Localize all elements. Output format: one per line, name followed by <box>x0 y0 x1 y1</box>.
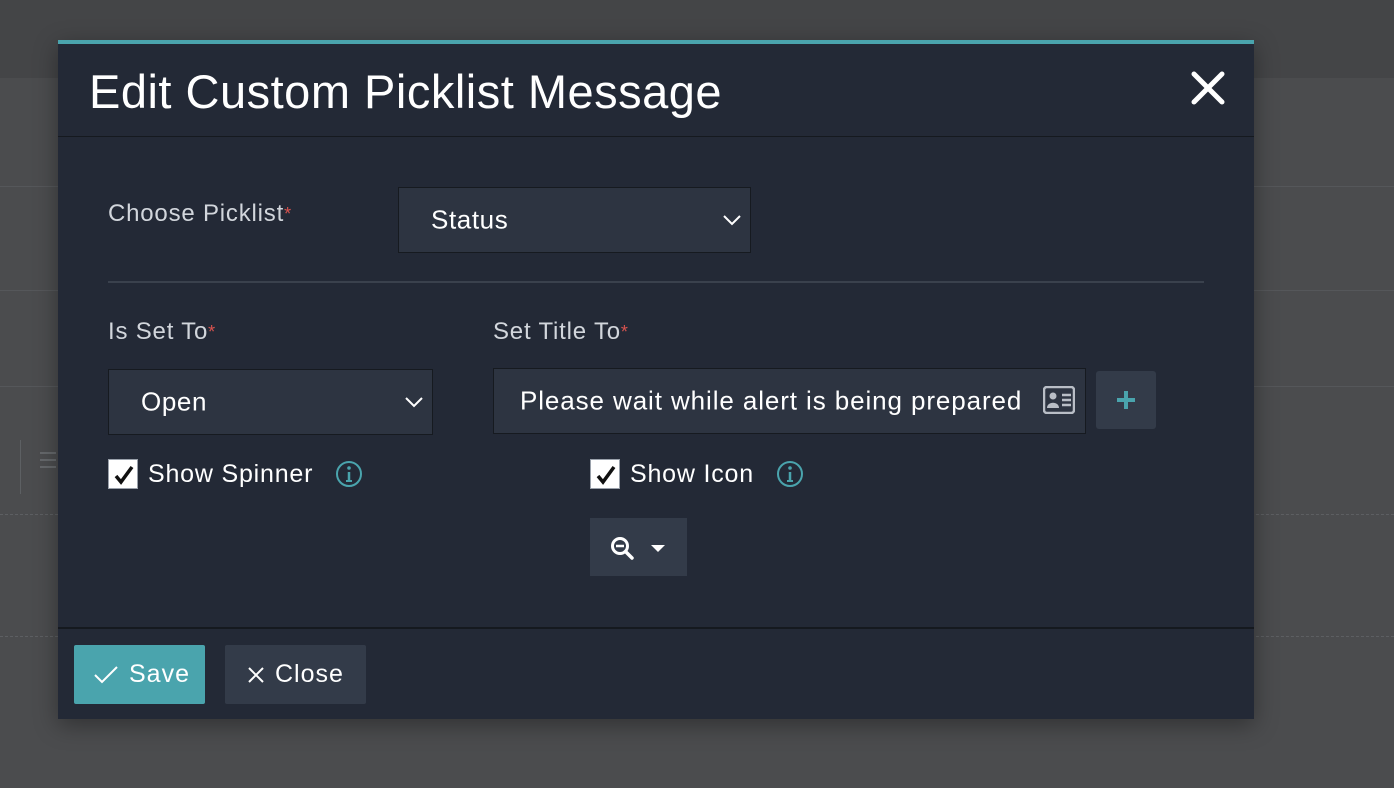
required-marker: * <box>620 322 629 342</box>
check-icon <box>94 665 118 683</box>
times-icon <box>248 666 264 683</box>
choose-picklist-label-text: Choose Picklist <box>108 200 285 227</box>
is-set-to-label: Is Set To* <box>108 318 216 346</box>
show-icon-label: Show Icon <box>630 459 754 488</box>
dialog-title: Edit Custom Picklist Message <box>89 65 723 118</box>
add-dynamic-value-button[interactable] <box>1096 371 1156 429</box>
set-title-to-label-text: Set Title To <box>493 318 621 345</box>
chevron-down-icon <box>405 397 423 408</box>
icon-picker-dropdown[interactable] <box>590 518 687 576</box>
save-button[interactable]: Save <box>74 645 205 704</box>
checkmark-icon <box>596 465 616 485</box>
is-set-to-select[interactable]: Open <box>108 369 433 435</box>
address-card-icon[interactable] <box>1042 385 1076 415</box>
background-separator <box>20 440 21 494</box>
choose-picklist-select[interactable]: Status <box>398 187 751 253</box>
search-minus-icon <box>611 537 634 560</box>
dialog-footer: Save Close <box>58 627 1254 719</box>
close-button-label: Close <box>275 660 344 688</box>
close-icon[interactable] <box>1190 70 1226 106</box>
dialog-body: Choose Picklist* Status Is Set To* Open … <box>58 137 1254 627</box>
edit-picklist-message-dialog: Edit Custom Picklist Message Choose Pick… <box>58 40 1254 719</box>
info-icon[interactable] <box>776 460 804 488</box>
save-button-label: Save <box>129 660 190 688</box>
required-marker: * <box>284 204 292 224</box>
chevron-down-icon <box>723 215 741 226</box>
info-icon[interactable] <box>335 460 363 488</box>
section-divider <box>108 281 1204 283</box>
background-menu-icon <box>40 452 56 473</box>
checkmark-icon <box>114 465 134 485</box>
required-marker: * <box>208 322 216 342</box>
caret-down-icon <box>651 545 665 552</box>
set-title-to-label: Set Title To* <box>493 318 629 346</box>
choose-picklist-value: Status <box>431 204 509 235</box>
show-spinner-label: Show Spinner <box>148 459 314 488</box>
close-button[interactable]: Close <box>225 645 366 704</box>
is-set-to-value: Open <box>141 386 208 417</box>
choose-picklist-label: Choose Picklist* <box>108 200 292 228</box>
set-title-input[interactable]: Please wait while alert is being prepare… <box>493 368 1086 434</box>
dialog-header: Edit Custom Picklist Message <box>58 44 1254 137</box>
show-icon-checkbox[interactable] <box>590 459 620 489</box>
is-set-to-label-text: Is Set To <box>108 318 209 345</box>
show-icon-row: Show Icon <box>590 459 804 489</box>
show-spinner-row: Show Spinner <box>108 459 363 489</box>
set-title-value: Please wait while alert is being prepare… <box>520 385 1023 416</box>
show-spinner-checkbox[interactable] <box>108 459 138 489</box>
plus-icon <box>1117 391 1135 409</box>
